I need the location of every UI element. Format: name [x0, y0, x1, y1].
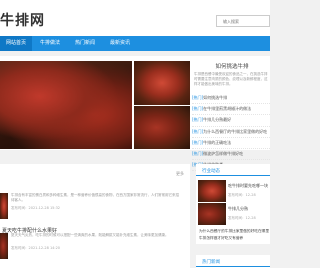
nav-item-recipes[interactable]: 牛排做法 — [40, 36, 60, 51]
featured-thumb-1[interactable] — [134, 61, 190, 105]
hot-news-title: 行业动态 — [202, 169, 220, 174]
hot-news-divider — [196, 175, 270, 176]
article-thumb[interactable] — [0, 233, 8, 259]
hot-news-wide-item[interactable]: 为什么西餐厅的牛排比家里做的好吃在哪里 — [199, 229, 269, 234]
nav-item-home[interactable]: 网站首页 — [0, 36, 33, 51]
popular-divider — [196, 266, 270, 267]
search-input[interactable] — [216, 15, 270, 27]
main-nav: 网站首页 牛排做法 热门新闻 最新资讯 — [0, 36, 270, 51]
list-item[interactable]: [热门]为什么西餐厅的牛排比家里做的好吃 — [192, 127, 270, 138]
list-item[interactable]: [热门]牛排的正确吃法 — [192, 138, 270, 149]
article-desc: 牛排含有丰富的蛋白质和多种维生素，是一种营养价值很高的食物，在西方国家非常流行，… — [11, 193, 179, 202]
hot-news-item-title[interactable]: 牛排几分熟 — [228, 206, 248, 212]
article-desc: 夏天天气炎热，吃牛排的时候可以搭配一些清爽的水果，既能解腻又能补充维生素，让美味… — [11, 233, 169, 237]
featured-thumb-2[interactable] — [134, 106, 190, 149]
article-meta: 发布时间：2021-12-28 15:32 — [11, 206, 61, 210]
featured-steak-image[interactable] — [0, 61, 132, 149]
featured-title[interactable]: 如何挑选牛排 — [194, 62, 270, 70]
hot-news-item-meta: 发布时间：12-28 — [228, 216, 256, 220]
hot-news-wide-item[interactable]: 牛排怎样做才好吃又有营养 — [199, 236, 243, 241]
featured-list: [热门]如何挑选牛排 [热门]在牛排里煎黑胡椒汁的做法 [热门]牛排几分熟最好 … — [192, 93, 270, 172]
hot-news-item-meta: 发布时间：12-28 — [228, 193, 256, 197]
popular-title: 热门新闻 — [202, 260, 220, 265]
list-item[interactable]: [热门]微波炉怎样做牛排好吃 — [192, 149, 270, 161]
hot-news-thumb[interactable] — [198, 180, 226, 202]
article-item[interactable]: 牛排含有丰富的蛋白质和多种维生素，是一种营养价值很高的食物，在西方国家非常流行，… — [0, 193, 185, 227]
article-meta: 发布时间：2021-12-28 14:20 — [11, 246, 61, 250]
hot-news-thumb[interactable] — [198, 203, 226, 225]
header: 牛排网 — [0, 0, 270, 36]
article-item[interactable]: 夏天吃牛排配什么水果好 夏天天气炎热，吃牛排的时候可以搭配一些清爽的水果，既能解… — [0, 228, 185, 267]
site-logo[interactable]: 牛排网 — [0, 10, 45, 30]
list-item[interactable]: [热门]如何挑选牛排 — [192, 93, 270, 105]
nav-item-latest[interactable]: 最新资讯 — [110, 36, 130, 51]
article-thumb[interactable] — [0, 193, 8, 219]
list-item[interactable]: [热门]在牛排里煎黑胡椒汁的做法 — [192, 104, 270, 116]
nav-item-hot-news[interactable]: 热门新闻 — [75, 36, 95, 51]
more-link[interactable]: 更多 — [176, 171, 184, 177]
hot-news-item-title[interactable]: 吃牛排时要先吃哪一块 — [228, 183, 268, 189]
list-item[interactable]: [热门]牛排几分熟最好 — [192, 115, 270, 127]
featured-description: 牛排是西餐中最受欢迎的食品之一，在挑选牛排时需要注意肉质的颜色、纹理以及新鲜程度… — [194, 72, 268, 86]
